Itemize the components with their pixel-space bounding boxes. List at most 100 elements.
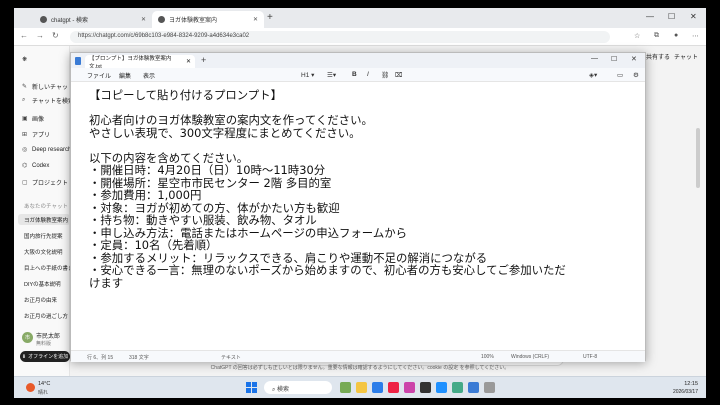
browser-tab-bar: chatgpt - 検索 ✕ ヨガ体験教室案内 ✕ + — ☐ ✕ bbox=[14, 8, 706, 28]
minimize-icon[interactable]: — bbox=[646, 12, 654, 21]
chat-history-item[interactable]: ヨガ体験教室案内 bbox=[24, 216, 70, 224]
store-icon[interactable] bbox=[420, 382, 431, 393]
sidebar-item-new-chat[interactable]: ✎ 新しいチャット bbox=[22, 82, 74, 91]
weather-temp[interactable]: 14°C bbox=[38, 381, 50, 387]
taskbar-search[interactable]: ⌕ 検索 bbox=[264, 381, 332, 394]
chat-history-item[interactable]: 大阪の文化説明 bbox=[24, 248, 70, 256]
folder-icon: ▢ bbox=[22, 180, 28, 186]
settings-gear-icon[interactable]: ⚙ bbox=[633, 71, 639, 79]
chat-history-item[interactable]: 国内旅行先提案 bbox=[24, 232, 70, 240]
clock-time[interactable]: 12:15 bbox=[668, 381, 698, 387]
edit-icon: ✎ bbox=[22, 84, 28, 90]
close-window-icon[interactable]: ✕ bbox=[690, 12, 697, 21]
maximize-icon[interactable]: ☐ bbox=[668, 12, 675, 21]
sidebar-item-label: Deep research bbox=[32, 146, 72, 153]
settings-app-icon[interactable] bbox=[484, 382, 495, 393]
heading-select[interactable]: H1 ▾ bbox=[301, 71, 314, 79]
sidebar-item-projects[interactable]: ▢ プロジェクト bbox=[22, 178, 68, 187]
sidebar-item-deep-research[interactable]: ◎ Deep research bbox=[22, 146, 72, 154]
menu-edit[interactable]: 編集 bbox=[119, 71, 131, 80]
avatar[interactable]: 市 bbox=[22, 332, 33, 343]
zoom-level[interactable]: 100% bbox=[481, 354, 494, 360]
sidebar-item-label: 画像 bbox=[32, 117, 45, 123]
notepad-window: 【プロンプト】ヨガ体験教室案内文.txt ✕ + — ☐ ✕ ファイル 編集 表… bbox=[70, 52, 646, 362]
clear-format-icon[interactable]: ⌧ bbox=[395, 71, 403, 79]
taskview-icon[interactable] bbox=[340, 382, 351, 393]
sidebar-item-label: Codex bbox=[32, 162, 50, 169]
minimize-icon[interactable]: — bbox=[591, 55, 598, 62]
user-name[interactable]: 市民太郎 bbox=[36, 331, 60, 340]
text-line: やさしい表現で、300文字程度にまとめてください。 bbox=[89, 125, 361, 140]
encoding[interactable]: UTF-8 bbox=[583, 354, 597, 360]
address-row: ← → ↻ https://chatgpt.com/c/69b8c103-e98… bbox=[14, 28, 706, 46]
notepad-app-icon[interactable] bbox=[468, 382, 479, 393]
openai-logo-icon[interactable]: ❋ bbox=[22, 56, 27, 63]
sidebar-item-apps[interactable]: ⊞ アプリ bbox=[22, 130, 50, 139]
list-icon[interactable]: ☰▾ bbox=[327, 71, 336, 79]
menu-view[interactable]: 表示 bbox=[143, 71, 155, 80]
new-tab-button[interactable]: + bbox=[201, 55, 206, 65]
text-line bbox=[89, 139, 645, 152]
photos-icon[interactable] bbox=[452, 382, 463, 393]
sidebar-item-label: チャットを検索 bbox=[32, 99, 74, 105]
copilot-app-icon[interactable] bbox=[404, 382, 415, 393]
new-tab-button[interactable]: + bbox=[267, 12, 273, 23]
link-icon[interactable]: ⛓ bbox=[381, 71, 389, 79]
maximize-icon[interactable]: ☐ bbox=[611, 55, 617, 63]
copilot-icon[interactable]: ◈▾ bbox=[589, 71, 597, 79]
chat-button[interactable]: チャット bbox=[674, 52, 698, 61]
url-bar[interactable]: https://chatgpt.com/c/69b8c103-e984-8324… bbox=[70, 31, 610, 43]
chrome-icon[interactable] bbox=[388, 382, 399, 393]
text-line: けます bbox=[89, 275, 124, 290]
more-icon[interactable]: ⋯ bbox=[692, 32, 699, 40]
profile-icon[interactable]: ● bbox=[674, 32, 678, 39]
chat-history-item[interactable]: 目上への手紙の書き方 bbox=[24, 264, 70, 272]
sidebar-item-images[interactable]: ▣ 画像 bbox=[22, 114, 44, 123]
share-button[interactable]: 共有する bbox=[646, 52, 670, 61]
text-line: 【コピーして貼り付けるプロンプト】 bbox=[89, 89, 282, 102]
notepad-text-area[interactable]: 【コピーして貼り付けるプロンプト】 初心者向けのヨガ体験教室の案内文を作ってくだ… bbox=[89, 89, 645, 339]
extensions-icon[interactable]: ⧉ bbox=[654, 32, 659, 40]
reload-icon[interactable]: ↻ bbox=[52, 31, 59, 40]
format-status: テキスト bbox=[221, 355, 241, 361]
download-icon: ⬇ bbox=[21, 353, 27, 360]
notepad-scrollbar[interactable] bbox=[639, 85, 643, 345]
menu-file[interactable]: ファイル bbox=[87, 71, 111, 80]
file-explorer-icon[interactable] bbox=[356, 382, 367, 393]
sidebar-item-search[interactable]: ⌕ チャットを検索 bbox=[22, 96, 74, 105]
back-icon[interactable]: ← bbox=[20, 31, 28, 40]
apps-icon: ⊞ bbox=[22, 132, 28, 138]
browser-tab-label: ヨガ体験教室案内 bbox=[169, 18, 218, 24]
close-icon[interactable]: ✕ bbox=[253, 16, 258, 23]
browser-tab-search[interactable]: chatgpt - 検索 ✕ bbox=[34, 11, 152, 28]
close-window-icon[interactable]: ✕ bbox=[631, 55, 637, 63]
text-line: 初心者向けのヨガ体験教室の案内文を作ってください。 bbox=[89, 113, 373, 127]
chat-history-item[interactable]: DIYの基本説明 bbox=[24, 280, 70, 288]
bold-icon[interactable]: B bbox=[352, 71, 357, 78]
star-icon[interactable]: ☆ bbox=[634, 32, 640, 40]
browser-tab-chatgpt[interactable]: ヨガ体験教室案内 ✕ bbox=[152, 11, 264, 28]
text-line: ・参加費用：1,000円 bbox=[89, 188, 202, 202]
forward-icon[interactable]: → bbox=[36, 31, 44, 40]
sidebar-item-codex[interactable]: ⌬ Codex bbox=[22, 162, 50, 170]
line-ending[interactable]: Windows (CRLF) bbox=[511, 354, 549, 360]
weather-icon[interactable] bbox=[26, 383, 35, 392]
offline-button-label: オフラインを追加 bbox=[28, 354, 69, 360]
italic-icon[interactable]: I bbox=[367, 71, 369, 78]
chat-history-item[interactable]: お正月の過ごし方 bbox=[24, 312, 70, 320]
dock-icon[interactable]: ▭ bbox=[617, 71, 623, 79]
edge-icon[interactable] bbox=[372, 382, 383, 393]
notepad-tab[interactable]: 【プロンプト】ヨガ体験教室案内文.txt ✕ bbox=[85, 55, 195, 70]
close-icon[interactable]: ✕ bbox=[141, 16, 146, 23]
taskbar-search-label: 検索 bbox=[277, 387, 290, 393]
close-icon[interactable]: ✕ bbox=[186, 58, 191, 65]
start-button[interactable] bbox=[246, 382, 257, 393]
cursor-position: 行 6、列 15 bbox=[87, 355, 114, 361]
notepad-icon bbox=[75, 57, 81, 65]
chat-history-item[interactable]: お正月の由来 bbox=[24, 296, 70, 304]
mail-icon[interactable] bbox=[436, 382, 447, 393]
page-scrollbar[interactable] bbox=[696, 128, 700, 188]
notepad-titlebar: 【プロンプト】ヨガ体験教室案内文.txt ✕ + — ☐ ✕ bbox=[71, 53, 645, 70]
offline-button[interactable]: ⬇ オフラインを追加 bbox=[20, 351, 70, 362]
weather-condition: 晴れ bbox=[38, 390, 49, 396]
